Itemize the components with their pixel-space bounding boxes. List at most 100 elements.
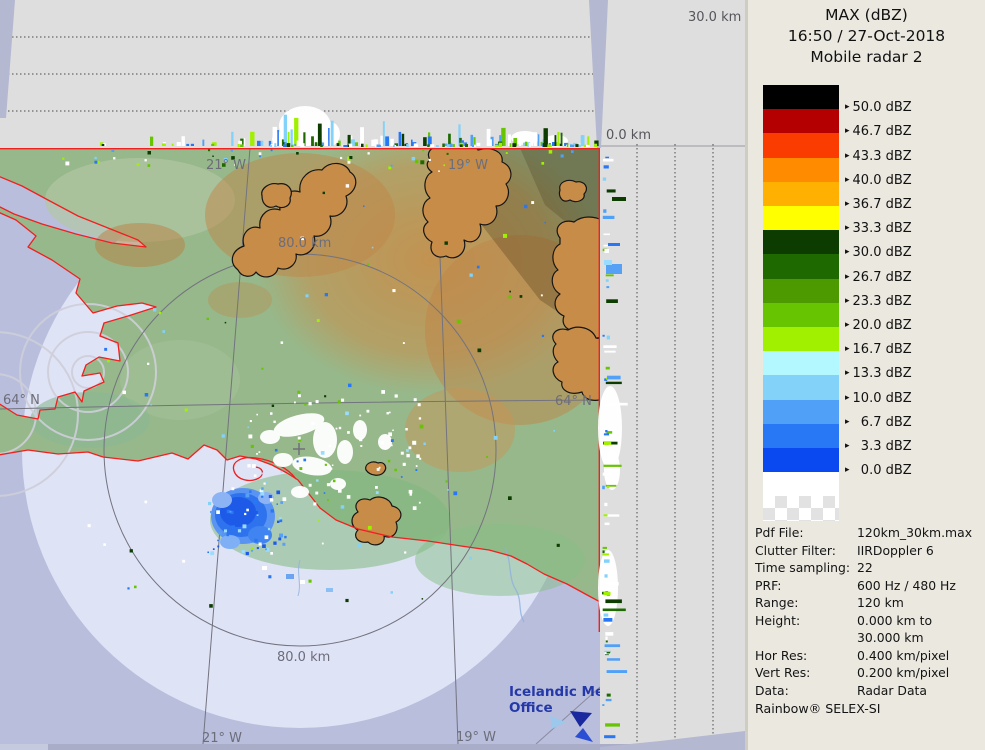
product-title: MAX (dBZ) (825, 6, 908, 24)
info-value: 0.400 km/pixel (857, 647, 950, 663)
info-panel: MAX (dBZ) 16:50 / 27-Oct-2018 Mobile rad… (748, 0, 985, 750)
legend-label: ▸ 33.3 dBZ (845, 221, 912, 236)
scan-info: Pdf File: 120km_30km.max Clutter Filter: II… (755, 524, 981, 699)
legend-swatch (763, 181, 839, 206)
legend-label-text: 46.7 dBZ (852, 124, 912, 140)
svg-text:30.0 km: 30.0 km (688, 10, 741, 25)
legend-tick-arrow-icon: ▸ (845, 416, 850, 427)
info-row: Vert Res: 0.200 km/pixel (755, 664, 981, 682)
info-value: Radar Data (857, 682, 928, 698)
info-label: Data: (755, 682, 789, 698)
legend-tick-arrow-icon: ▸ (845, 126, 850, 137)
legend-label-text: 33.3 dBZ (852, 221, 912, 237)
svg-text:0.0 km: 0.0 km (606, 128, 651, 143)
legend-tick-arrow-icon: ▸ (845, 320, 850, 330)
legend-label-text: 40.0 dBZ (852, 172, 912, 188)
radar-display-window: 21° W 19° W 64° N 64° N 80.0 km 80.0 km … (0, 0, 985, 750)
legend-label: ▸ 6.7 dBZ (845, 415, 912, 430)
legend-label: ▸ 40.0 dBZ (845, 173, 912, 188)
timestamp: 16:50 / 27-Oct-2018 (787, 27, 946, 45)
info-label: Time sampling: (755, 560, 851, 575)
info-label: Range: (755, 595, 799, 610)
legend-label-text: 3.3 dBZ (852, 439, 912, 454)
legend-swatch (763, 254, 839, 279)
legend-swatch (763, 109, 839, 134)
info-row: Hor Res: 0.400 km/pixel (755, 647, 981, 665)
legend-swatch (763, 85, 839, 110)
svg-text:64° N: 64° N (3, 393, 40, 408)
imo-logo-text-1: Icelandic Met (509, 684, 611, 700)
legend-label-text: 10.0 dBZ (852, 390, 912, 406)
legend-swatch (763, 375, 839, 400)
legend-label-text: 30.0 dBZ (852, 245, 912, 261)
legend-tick-arrow-icon: ▸ (845, 150, 850, 161)
radar-map: 21° W 19° W 64° N 64° N 80.0 km 80.0 km … (0, 0, 745, 750)
info-value: 30.000 km (857, 630, 924, 645)
legend-swatch (763, 448, 839, 473)
legend-label-text: 50.0 dBZ (852, 100, 912, 116)
legend-label: ▸ 20.0 dBZ (845, 318, 912, 333)
legend-tick-arrow-icon: ▸ (845, 392, 850, 403)
info-value: 120km_30km.max (857, 525, 973, 540)
info-value: 0.000 km to (857, 612, 933, 628)
legend-tick-arrow-icon: ▸ (845, 199, 850, 209)
info-label: Height: (755, 612, 801, 628)
svg-text:21° W: 21° W (206, 158, 246, 173)
svg-text:80.0 km: 80.0 km (278, 236, 331, 251)
legend-swatch (763, 472, 839, 497)
legend-label: ▸ 26.7 dBZ (845, 270, 912, 285)
legend-label: ▸ 46.7 dBZ (845, 124, 912, 139)
info-label: Clutter Filter: (755, 542, 836, 558)
info-value: 0.200 km/pixel (857, 665, 950, 680)
legend-tick-arrow-icon: ▸ (845, 441, 850, 451)
legend-label-text: 16.7 dBZ (852, 342, 912, 358)
svg-text:21° W: 21° W (202, 731, 242, 746)
legend-tick-arrow-icon: ▸ (845, 223, 850, 234)
legend-tick-arrow-icon: ▸ (845, 247, 850, 258)
info-row: Time sampling: 22 (755, 559, 981, 577)
imo-logo-text-2: Office (509, 700, 553, 716)
color-scale-legend: ▸ 50.0 dBZ ▸ 46.7 dBZ ▸ 43.3 dBZ ▸ 40.0 dBZ ▸ 36.… (763, 85, 978, 522)
legend-tick-arrow-icon: ▸ (845, 174, 850, 185)
legend-swatch (763, 230, 839, 255)
svg-text:19° W: 19° W (456, 730, 496, 745)
legend-swatch (763, 133, 839, 158)
legend-label-text: 13.3 dBZ (852, 366, 912, 382)
info-value: 120 km (857, 595, 904, 610)
legend-label: ▸ 0.0 dBZ (845, 463, 912, 478)
legend-swatch (763, 423, 839, 448)
legend-swatch (763, 302, 839, 327)
legend-tick-arrow-icon: ▸ (845, 344, 850, 355)
legend-label-text: 26.7 dBZ (852, 269, 912, 285)
legend-label-text: 20.0 dBZ (852, 318, 912, 333)
legend-label: ▸ 13.3 dBZ (845, 366, 912, 381)
info-row: Pdf File: 120km_30km.max (755, 524, 981, 542)
legend-tick-arrow-icon: ▸ (845, 368, 850, 379)
info-label: Hor Res: (755, 647, 808, 663)
legend-tick-arrow-icon: ▸ (845, 295, 850, 306)
legend-label-text: 0.0 dBZ (852, 463, 912, 479)
legend-label-text: 23.3 dBZ (852, 293, 912, 309)
software-brand: Rainbow® SELEX-SI (755, 701, 881, 716)
info-value: 600 Hz / 480 Hz (857, 577, 956, 593)
legend-label-text: 6.7 dBZ (852, 414, 912, 430)
height-profile-right-strip (600, 0, 745, 750)
legend-tick-arrow-icon: ▸ (845, 102, 850, 113)
info-row: PRF: 600 Hz / 480 Hz (755, 577, 981, 595)
info-row: Data: Radar Data (755, 682, 981, 700)
info-label: PRF: (755, 577, 782, 593)
legend-label: ▸ 3.3 dBZ (845, 439, 912, 454)
map-area: 21° W 19° W 64° N 64° N 80.0 km 80.0 km … (0, 148, 611, 746)
info-value: 22 (857, 560, 873, 575)
legend-label: ▸ 23.3 dBZ (845, 294, 912, 309)
svg-text:80.0 km: 80.0 km (277, 650, 330, 665)
panel-header: MAX (dBZ) 16:50 / 27-Oct-2018 Mobile rad… (748, 0, 985, 68)
scan-edge-bottom-left (0, 744, 48, 750)
info-row: 30.000 km (755, 629, 981, 647)
legend-label-text: 36.7 dBZ (852, 197, 912, 212)
legend-label: ▸ 16.7 dBZ (845, 342, 912, 357)
legend-tick-arrow-icon: ▸ (845, 465, 850, 476)
legend-label: ▸ 10.0 dBZ (845, 391, 912, 406)
info-label (755, 629, 857, 647)
legend-label-text: 43.3 dBZ (852, 148, 912, 164)
